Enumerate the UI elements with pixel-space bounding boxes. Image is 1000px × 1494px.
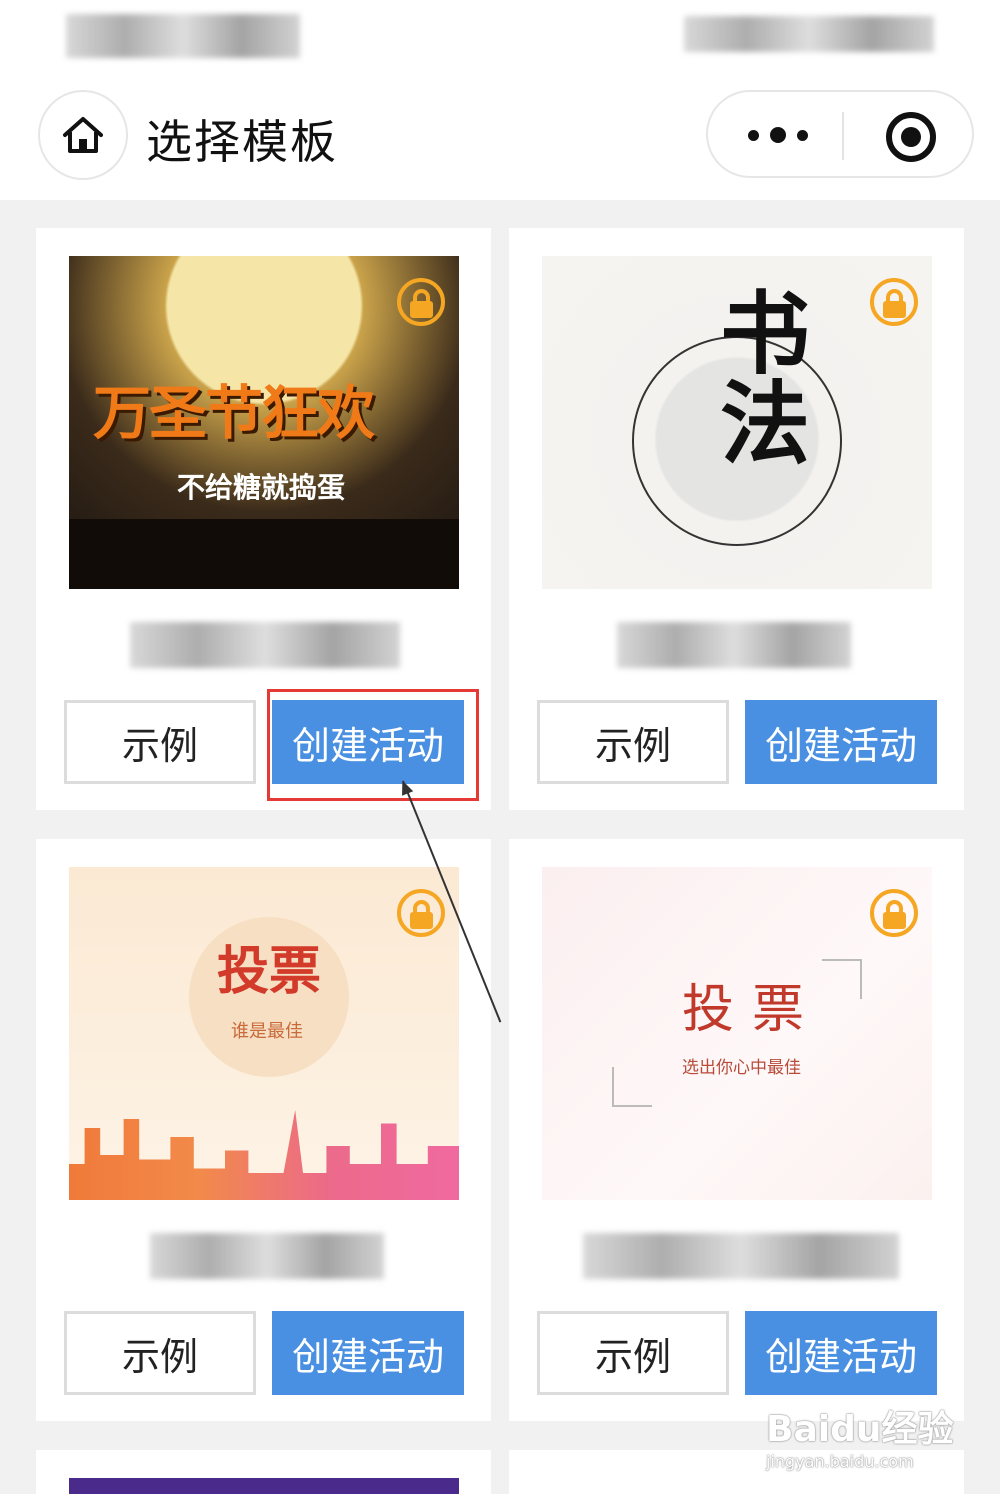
- thumbnail-corner-top: [822, 959, 862, 999]
- template-name-blurred: [583, 1233, 899, 1279]
- example-button[interactable]: 示例: [64, 1311, 256, 1395]
- template-thumbnail[interactable]: 投票 选出你心中最佳: [542, 867, 932, 1200]
- mini-program-capsule: [706, 90, 974, 178]
- home-icon: [63, 117, 103, 153]
- thumbnail-title: 万圣节狂欢: [93, 379, 375, 447]
- template-thumbnail[interactable]: 投票 谁是最佳: [69, 867, 459, 1200]
- target-circle-icon[interactable]: [886, 112, 936, 162]
- template-name-blurred: [617, 622, 851, 668]
- create-activity-button[interactable]: 创建活动: [745, 1311, 937, 1395]
- thumbnail-corner-bottom: [612, 1067, 652, 1107]
- thumbnail-title: 投票: [682, 980, 823, 1040]
- lock-icon: [397, 278, 445, 326]
- home-button[interactable]: [38, 90, 128, 180]
- template-card-partial-left: [36, 1450, 491, 1494]
- status-bar: [0, 0, 1000, 80]
- lock-icon: [870, 278, 918, 326]
- example-button[interactable]: 示例: [64, 700, 256, 784]
- capsule-divider: [842, 112, 844, 160]
- create-activity-button[interactable]: 创建活动: [272, 1311, 464, 1395]
- template-card-vote-blossom: 投票 选出你心中最佳 示例 创建活动: [509, 839, 964, 1421]
- template-card-vote-city: 投票 谁是最佳 示例 创建活动: [36, 839, 491, 1421]
- lock-icon: [870, 889, 918, 937]
- watermark-url: jingyan.baidu.com: [766, 1452, 914, 1471]
- thumbnail-ground: [69, 519, 459, 589]
- baidu-watermark: Baidu经验 jingyan.baidu.com: [766, 1400, 953, 1471]
- template-thumbnail[interactable]: 万圣节狂欢 不给糖就捣蛋: [69, 256, 459, 589]
- thumbnail-subtitle: 选出你心中最佳: [682, 1058, 801, 1078]
- template-thumbnail-partial[interactable]: [69, 1478, 459, 1494]
- watermark-brand: Baidu经验: [766, 1409, 954, 1450]
- example-button[interactable]: 示例: [537, 700, 729, 784]
- template-thumbnail[interactable]: 书法: [542, 256, 932, 589]
- create-activity-button[interactable]: 创建活动: [745, 700, 937, 784]
- example-button[interactable]: 示例: [537, 1311, 729, 1395]
- page-title: 选择模板: [146, 115, 338, 169]
- thumbnail-skyline: [69, 1110, 459, 1200]
- status-bar-left-blurred: [66, 14, 300, 58]
- more-dots-icon[interactable]: [748, 122, 808, 148]
- thumbnail-title: 书法: [704, 286, 810, 466]
- thumbnail-title: 投票: [217, 941, 322, 1002]
- template-card-calligraphy: 书法 示例 创建活动: [509, 228, 964, 810]
- lock-icon: [397, 889, 445, 937]
- tutorial-highlight-box: [267, 689, 479, 801]
- template-name-blurred: [130, 622, 400, 668]
- thumbnail-subtitle: 谁是最佳: [231, 1021, 303, 1042]
- template-name-blurred: [150, 1233, 384, 1279]
- navigation-bar: 选择模板: [0, 80, 1000, 200]
- thumbnail-subtitle: 不给糖就捣蛋: [177, 471, 346, 504]
- status-bar-right-blurred: [684, 16, 934, 52]
